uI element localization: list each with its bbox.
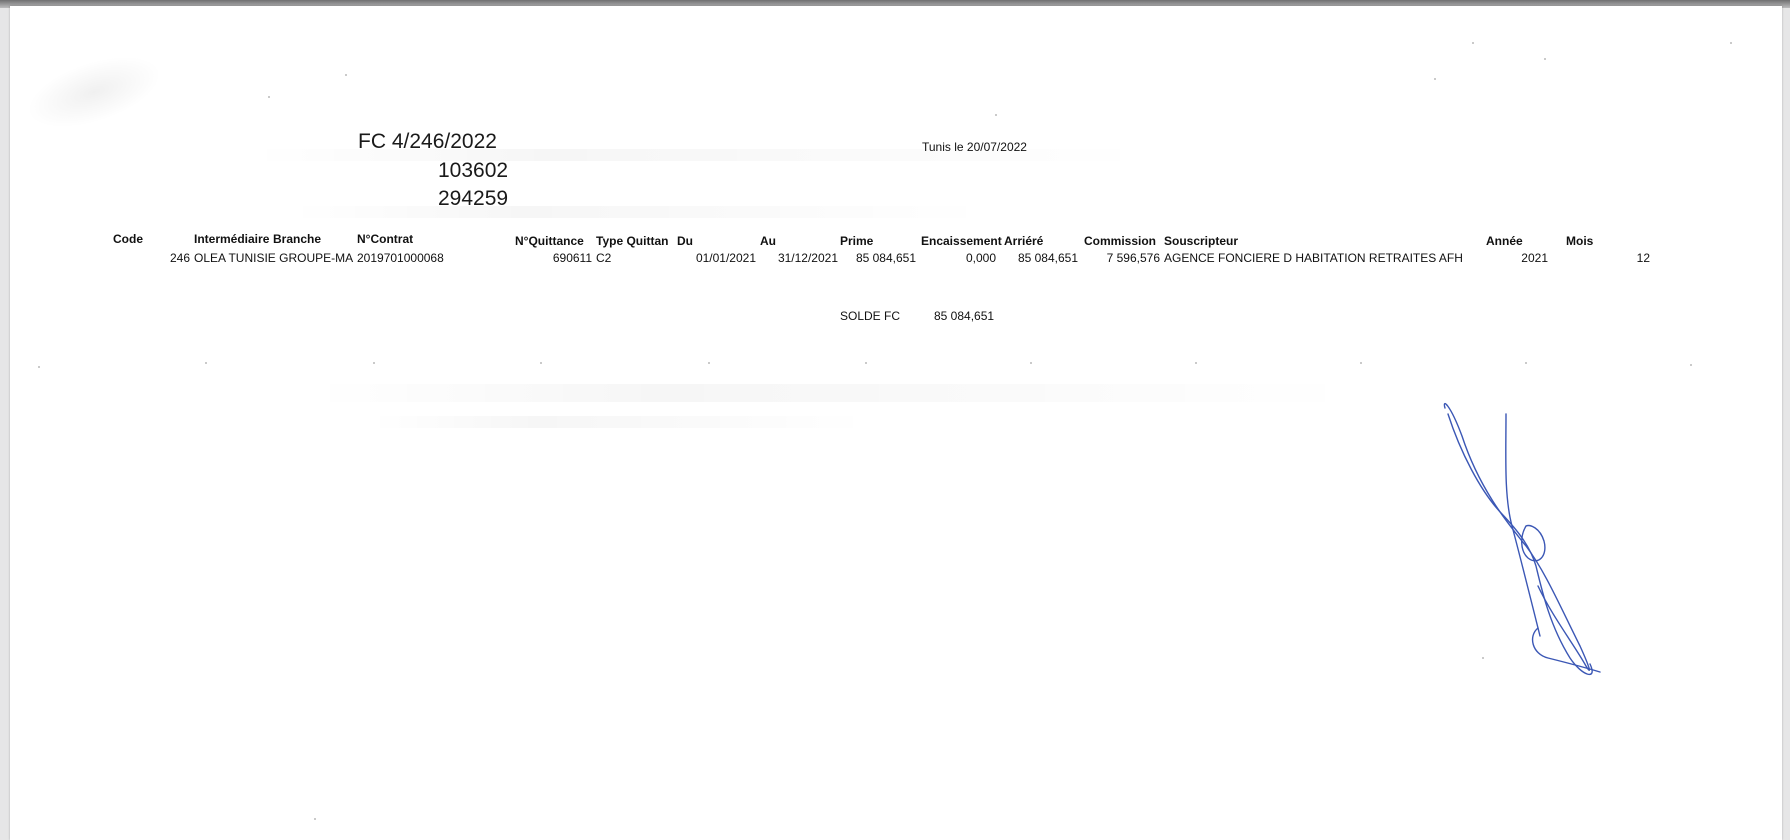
show-through-line (370, 416, 870, 428)
scan-speck (1690, 364, 1692, 366)
cell-intermediaire: OLEA TUNISIE GROUPE-MAI (194, 251, 354, 265)
cell-type-quittance: C2 (596, 251, 612, 265)
cell-souscripteur: AGENCE FONCIERE D HABITATION RETRAITES A… (1164, 251, 1463, 265)
header-arriere: Arriéré (1004, 234, 1044, 248)
show-through-line (290, 206, 990, 218)
scan-speck (373, 362, 375, 364)
scan-speck (1030, 362, 1032, 364)
header-commission: Commission (1084, 234, 1157, 248)
scan-speck (314, 818, 316, 820)
scan-speck (345, 74, 347, 76)
scan-speck (268, 96, 270, 98)
cell-prime: 85 084,651 (855, 251, 916, 265)
scan-speck (1525, 362, 1527, 364)
reference-number: 294259 (438, 187, 509, 210)
cell-annee: 2021 (1521, 251, 1548, 265)
header-encaissement: Encaissement (921, 234, 1002, 248)
header-quittance: N°Quittance (515, 234, 584, 248)
scan-speck (205, 362, 207, 364)
scan-speck (1544, 58, 1546, 60)
cell-arriere: 85 084,651 (1017, 251, 1078, 265)
scan-speck (1195, 362, 1197, 364)
cell-code: 246 (169, 251, 190, 265)
handwritten-signature (1443, 402, 1601, 676)
show-through-line (310, 384, 1360, 402)
header-contrat: N°Contrat (357, 232, 414, 246)
header-type-quittance: Type Quittan (596, 234, 669, 248)
header-du: Du (677, 234, 693, 248)
cell-commission: 7 596,576 (1106, 251, 1160, 265)
solde-label: SOLDE FC (840, 309, 901, 323)
header-prime: Prime (840, 234, 874, 248)
scan-speck (38, 366, 40, 368)
header-intermediaire: Intermédiaire (194, 232, 270, 246)
cell-du: 01/01/2021 (695, 251, 756, 265)
scan-speck (1730, 42, 1732, 44)
signature-stroke (1505, 413, 1541, 637)
reference-fc: FC 4/246/2022 (358, 130, 497, 153)
date-line: Tunis le 20/07/2022 (922, 140, 1027, 154)
scan-speck (995, 114, 997, 116)
scan-speck (540, 362, 542, 364)
scan-speck (1360, 362, 1362, 364)
solde-value: 85 084,651 (934, 309, 995, 323)
reference-number: 103602 (438, 159, 509, 182)
scan-speck (1434, 78, 1436, 80)
scan-speck (865, 362, 867, 364)
header-code: Code (113, 232, 143, 246)
cell-au: 31/12/2021 (777, 251, 838, 265)
header-annee: Année (1486, 234, 1523, 248)
header-au: Au (760, 234, 776, 248)
cell-mois: 12 (1636, 251, 1650, 265)
signature-stroke (1447, 413, 1593, 676)
scan-speck (708, 362, 710, 364)
scan-smudge (18, 41, 170, 143)
cell-quittance: 690611 (552, 251, 592, 265)
header-souscripteur: Souscripteur (1164, 234, 1239, 248)
header-mois: Mois (1566, 234, 1594, 248)
cell-contrat: 2019701000068 (357, 251, 444, 265)
scan-speck (1472, 42, 1474, 44)
header-branche: Branche (273, 232, 322, 246)
document-page: FC 4/246/2022 103602 294259 Tunis le 20/… (10, 6, 1782, 840)
scan-frame: FC 4/246/2022 103602 294259 Tunis le 20/… (0, 0, 1790, 840)
signature-stroke (1443, 402, 1591, 671)
cell-encaissement: 0,000 (965, 251, 996, 265)
